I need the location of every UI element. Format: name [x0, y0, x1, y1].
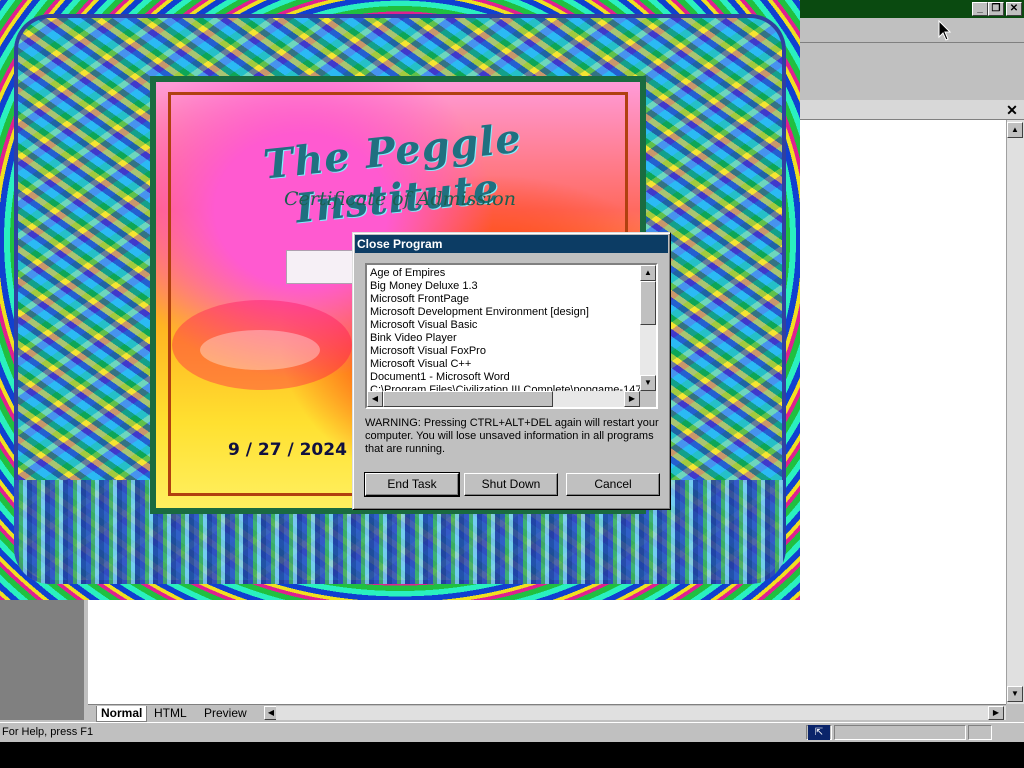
document-pane-header: [800, 100, 1024, 120]
task-list[interactable]: Age of Empires Big Money Deluxe 1.3 Micr…: [365, 263, 658, 409]
toolbar-divider: [800, 42, 1024, 43]
list-item[interactable]: Microsoft Visual C++: [370, 358, 471, 371]
list-item[interactable]: Big Money Deluxe 1.3: [370, 280, 478, 293]
scroll-up-icon[interactable]: ▲: [640, 265, 656, 281]
scrollbar-thumb[interactable]: [640, 281, 656, 325]
task-list-horizontal-scrollbar[interactable]: ◀ ▶: [367, 391, 640, 407]
list-item[interactable]: Document1 - Microsoft Word: [370, 371, 510, 384]
editor-vertical-scrollbar[interactable]: ▲ ▼: [1006, 120, 1024, 704]
screen-bottom-bar: [0, 742, 1024, 768]
tab-normal[interactable]: Normal: [96, 706, 148, 722]
scrollbar-corner: [640, 391, 656, 407]
connection-status-icon: ⇱: [808, 725, 830, 740]
end-task-button[interactable]: End Task: [364, 472, 460, 497]
scroll-right-icon[interactable]: ▶: [624, 391, 640, 407]
task-list-vertical-scrollbar[interactable]: ▲ ▼: [640, 265, 656, 391]
minimize-button[interactable]: _: [972, 2, 988, 16]
close-button[interactable]: ✕: [1006, 2, 1022, 16]
scroll-down-icon[interactable]: ▼: [640, 375, 656, 391]
toolbar-area: [800, 18, 1024, 100]
dialog-title: Close Program: [355, 235, 668, 253]
shut-down-button[interactable]: Shut Down: [464, 473, 558, 496]
scroll-left-icon[interactable]: ◀: [367, 391, 383, 407]
editor-horizontal-scrollbar[interactable]: ▶: [276, 706, 1006, 720]
close-program-dialog: Close Program Age of Empires Big Money D…: [352, 232, 671, 510]
status-text: For Help, press F1: [2, 726, 94, 738]
scroll-down-icon[interactable]: ▼: [1007, 686, 1023, 702]
list-item[interactable]: Microsoft Visual Basic: [370, 319, 477, 332]
list-item[interactable]: Bink Video Player: [370, 332, 457, 345]
list-item[interactable]: Age of Empires: [370, 267, 445, 280]
list-item[interactable]: Microsoft FrontPage: [370, 293, 469, 306]
scroll-up-icon[interactable]: ▲: [1007, 122, 1023, 138]
tab-html[interactable]: HTML: [150, 706, 191, 721]
cancel-button[interactable]: Cancel: [566, 473, 660, 496]
restart-warning: WARNING: Pressing CTRL+ALT+DEL again wil…: [365, 417, 659, 455]
views-bar: [0, 600, 86, 720]
certificate-subtitle: Certificate of Admission: [284, 188, 516, 210]
list-item[interactable]: Microsoft Development Environment [desig…: [370, 306, 589, 319]
status-cell: [834, 725, 966, 740]
restore-button[interactable]: ❐: [988, 2, 1004, 16]
certificate-decoration: [200, 330, 320, 370]
status-cell: [968, 725, 992, 740]
certificate-name-field[interactable]: [286, 250, 354, 284]
mouse-cursor-icon: [938, 20, 952, 41]
status-bar: For Help, press F1 ⇱: [0, 722, 1024, 742]
scroll-right-icon[interactable]: ▶: [988, 706, 1004, 720]
certificate-date: 9 / 27 / 2024: [228, 440, 347, 460]
pane-close-icon[interactable]: ✕: [1004, 102, 1020, 118]
list-item[interactable]: Microsoft Visual FoxPro: [370, 345, 486, 358]
editor-area-lower[interactable]: [88, 600, 1006, 704]
scrollbar-thumb[interactable]: [383, 391, 553, 407]
tab-preview[interactable]: Preview: [200, 706, 251, 721]
